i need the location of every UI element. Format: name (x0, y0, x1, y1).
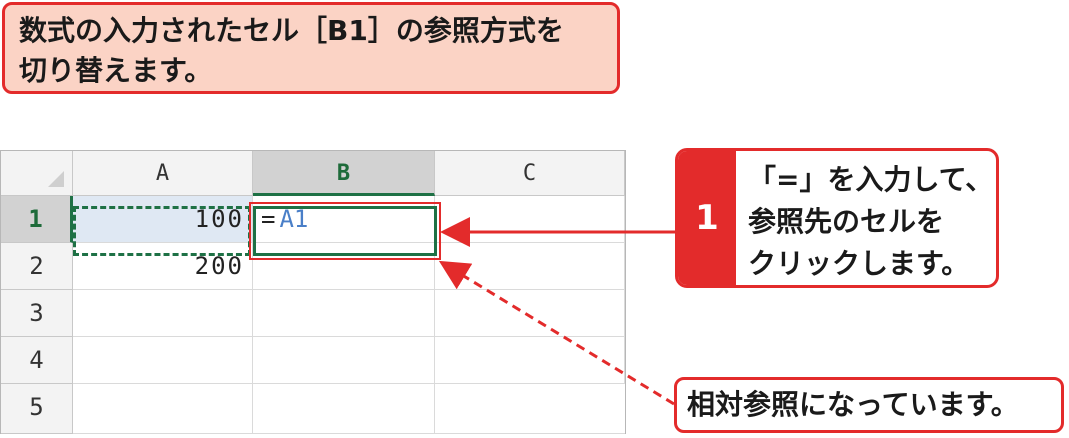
step-number-badge: 1 (678, 151, 736, 285)
step-line-3: クリックします。 (748, 247, 970, 280)
step-callout: 1 「=」を入力して、 参照先のセルを クリックします。 (675, 148, 999, 288)
note-callout: 相対参照になっています。 (674, 377, 1064, 433)
step-line-1: 「=」を入力して、 (748, 163, 994, 196)
step-line-2: 参照先のセルを (748, 205, 945, 238)
note-arrow (438, 260, 675, 406)
step-text: 「=」を入力して、 参照先のセルを クリックします。 (748, 159, 994, 285)
